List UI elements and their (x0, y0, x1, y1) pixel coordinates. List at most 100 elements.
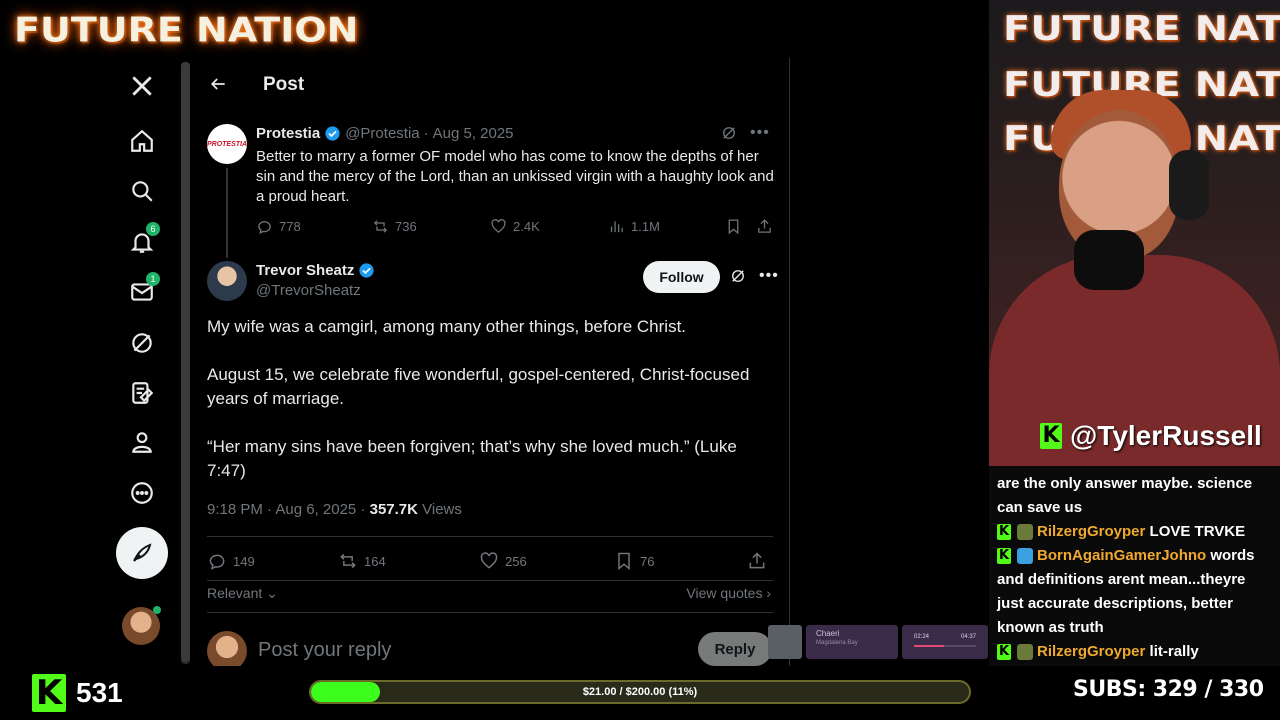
more-options-icon[interactable]: ••• (759, 267, 779, 285)
grok-icon[interactable] (122, 323, 162, 363)
heart-icon (480, 552, 498, 569)
webcam-feed: FUTURE NATION FUTURE NATION FUTURE NATIO… (989, 0, 1280, 466)
reply-count: 778 (279, 219, 301, 234)
track-progress-bar (914, 645, 976, 647)
view-quotes-link[interactable]: View quotes › (686, 585, 771, 601)
trevor-avatar[interactable] (207, 261, 247, 301)
search-icon[interactable] (122, 171, 162, 211)
parent-author-handle[interactable]: @Protestia (345, 125, 419, 142)
divider (207, 536, 773, 537)
reply-user-avatar (207, 631, 247, 666)
track-title: Chaeri (816, 629, 840, 638)
like-button[interactable]: 2.4K (490, 218, 540, 235)
track-artist: Magdalena Bay (816, 640, 858, 646)
reply-button[interactable]: 778 (256, 218, 301, 235)
account-avatar[interactable] (122, 606, 161, 645)
share-icon (749, 552, 765, 569)
bookmark-button[interactable]: 76 (614, 551, 654, 571)
track-progress-widget: 02:24 04:37 (902, 625, 988, 659)
profile-icon[interactable] (122, 422, 162, 462)
chevron-right-icon: › (762, 585, 771, 601)
chat-username[interactable]: BornAgainGamerJohno (1037, 547, 1206, 564)
subs-label: SUBS: (1073, 677, 1146, 702)
share-button[interactable] (756, 218, 773, 235)
track-total-time: 04:37 (960, 634, 976, 640)
user-badge-icon (1017, 644, 1033, 661)
kick-follower-count: K 531 (32, 674, 123, 712)
bookmark-button[interactable] (725, 218, 742, 235)
x-sidebar: 6 1 (110, 58, 180, 664)
chat-panel: are the only answer maybe. science can s… (989, 466, 1280, 666)
reply-input[interactable]: Post your reply (258, 639, 391, 662)
reply-count: 149 (233, 553, 255, 569)
kick-logo-icon: K (32, 674, 66, 712)
notifications-icon[interactable]: 6 (122, 222, 162, 262)
kick-logo-icon: K (1040, 423, 1062, 449)
post-timestamp[interactable]: 9:18 PM · Aug 6, 2025 · (207, 501, 370, 518)
repost-count: 736 (395, 219, 417, 234)
like-count: 256 (505, 553, 527, 569)
author-name[interactable]: Trevor Sheatz (256, 262, 354, 279)
author-handle[interactable]: @TrevorSheatz (256, 282, 361, 299)
verified-badge-icon (325, 126, 340, 141)
main-post-tools: ••• (729, 267, 779, 285)
chat-message-text: are the only answer maybe. science can s… (997, 475, 1253, 516)
verified-badge-icon (359, 263, 374, 278)
grok-icon[interactable] (720, 124, 738, 142)
chat-username[interactable]: RilzergGroyper (1037, 643, 1145, 660)
kick-logo-icon: K (997, 548, 1011, 565)
user-badge-icon (1017, 524, 1033, 541)
share-button[interactable] (747, 551, 767, 571)
more-icon[interactable] (122, 473, 162, 513)
bookmark-count: 76 (640, 553, 655, 569)
messages-badge: 1 (146, 272, 160, 286)
donation-goal-bar: $21.00 / $200.00 (11%) (309, 680, 971, 704)
parent-post-text: Better to marry a former OF model who ha… (256, 148, 774, 205)
track-current-time: 02:24 (914, 634, 930, 640)
parent-post-tools: ••• (720, 124, 770, 142)
repost-button[interactable]: 164 (338, 551, 386, 571)
messages-icon[interactable]: 1 (122, 272, 162, 312)
back-arrow-icon[interactable] (208, 74, 232, 98)
bookmark-icon (618, 552, 630, 571)
view-quotes-label: View quotes (686, 585, 763, 601)
more-options-icon[interactable]: ••• (750, 124, 770, 142)
post-header: Post (190, 58, 789, 114)
views-count: 1.1M (631, 219, 660, 234)
share-icon (758, 219, 771, 233)
like-button[interactable]: 256 (479, 551, 527, 571)
sort-label: Relevant (207, 585, 263, 601)
stream-brand-title: FUTURE NATION (14, 10, 359, 50)
album-art (768, 625, 802, 659)
now-playing-card: Chaeri Magdalena Bay (806, 625, 898, 659)
streamer-handle: K @TylerRussell (1040, 420, 1262, 452)
views-label: Views (417, 501, 462, 518)
streamer-handle-text: @TylerRussell (1070, 420, 1262, 451)
parent-author-name[interactable]: Protestia (256, 125, 320, 142)
subs-value: 329 / 330 (1152, 677, 1264, 702)
repost-button[interactable]: 736 (372, 218, 417, 235)
home-icon[interactable] (122, 121, 162, 161)
scrollbar[interactable] (181, 62, 190, 664)
author-name-row[interactable]: Trevor Sheatz (256, 262, 375, 279)
notifications-badge: 6 (146, 222, 160, 236)
protestia-avatar[interactable]: PROTESTIA (207, 124, 247, 164)
post-body: My wife was a camgirl, among many other … (207, 315, 777, 507)
compose-post-button[interactable] (116, 527, 168, 579)
follow-button[interactable]: Follow (643, 261, 720, 293)
lists-icon[interactable] (122, 373, 162, 413)
parent-post-date[interactable]: Aug 5, 2025 (433, 125, 514, 142)
views-count: 357.7K (369, 501, 418, 518)
chat-message: K RilzergGroyper LOVE TRVKE (997, 520, 1272, 544)
grok-icon[interactable] (729, 267, 747, 285)
reply-icon (209, 554, 225, 570)
kick-logo-icon: K (997, 524, 1011, 541)
chat-message: are the only answer maybe. science can s… (997, 472, 1272, 520)
views-button[interactable]: 1.1M (608, 218, 660, 235)
replies-sort-dropdown[interactable]: Relevant ⌄ (207, 585, 278, 602)
scrollbar-thumb[interactable] (181, 62, 190, 662)
chat-username[interactable]: RilzergGroyper (1037, 523, 1145, 540)
x-logo-icon[interactable] (122, 66, 162, 106)
reply-submit-button[interactable]: Reply (698, 632, 772, 666)
reply-button[interactable]: 149 (207, 551, 255, 571)
